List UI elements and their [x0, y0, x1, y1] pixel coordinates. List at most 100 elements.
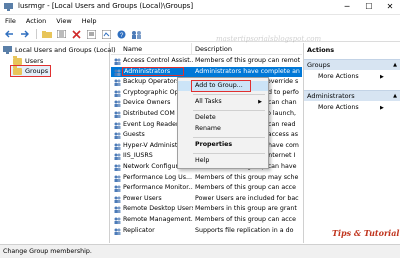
tree-root-label: Local Users and Groups (Local)	[15, 46, 116, 54]
group-icon	[114, 111, 121, 118]
tree-item-groups-label: Groups	[25, 67, 49, 75]
list-view-icon[interactable]	[55, 28, 68, 40]
actions-section-groups-label: Groups	[307, 61, 331, 69]
group-icon	[114, 69, 121, 76]
list-item[interactable]: Remote Management... Members of this grou…	[111, 215, 302, 226]
close-button[interactable]: ✕	[379, 0, 400, 14]
list-item[interactable]: Access Control Assist... Members of this …	[111, 56, 302, 67]
actions-section-administrators[interactable]: Administrators ▲	[304, 90, 400, 101]
menu-view[interactable]: View	[51, 15, 76, 27]
menu-separator	[193, 153, 265, 154]
group-icon	[114, 79, 121, 87]
computer-icon	[3, 46, 12, 54]
list-item-description: Members in this group are grant	[195, 205, 297, 213]
list-item-name: Remote Desktop Users	[123, 205, 193, 213]
back-icon[interactable]	[3, 28, 16, 40]
submenu-arrow-icon: ▶	[380, 74, 384, 80]
group-icon	[114, 90, 121, 97]
list-item[interactable]: Performance Log Us... Members of this gro…	[111, 173, 302, 184]
list-item[interactable]: Administrators Administrators have comple…	[111, 66, 302, 78]
tree-item-groups[interactable]: Groups	[9, 65, 52, 77]
menu-file[interactable]: File	[0, 15, 21, 27]
tree-root[interactable]: Local Users and Groups (Local)	[3, 45, 116, 55]
list-item-name: Performance Log Us...	[123, 173, 193, 181]
refresh-icon[interactable]	[100, 28, 113, 40]
highlight-box	[191, 80, 251, 92]
collapse-icon[interactable]: ▲	[393, 60, 397, 71]
list-item-description: Administrators have complete an	[195, 67, 300, 75]
list-item[interactable]: Performance Monitor... Members of this gr…	[111, 183, 302, 194]
brand-watermark: Tips & Tutorial	[332, 228, 400, 238]
group-icon	[114, 228, 121, 235]
group-icon	[114, 206, 121, 214]
group-icon	[114, 175, 121, 182]
context-menu: Add to Group... All Tasks ▶ Delete Renam…	[177, 77, 269, 169]
computer-management-icon	[4, 3, 13, 11]
tree-pane: Local Users and Groups (Local) Users Gro…	[0, 43, 116, 243]
help-icon[interactable]: ?	[115, 28, 128, 40]
list-item-description: Members of this group can acce	[195, 184, 297, 192]
folder-icon	[13, 55, 22, 65]
menu-item-help[interactable]: Help	[178, 156, 268, 166]
group-icon	[114, 153, 121, 161]
tree-item-users[interactable]: Users	[13, 55, 44, 66]
submenu-arrow-icon: ▶	[258, 99, 262, 105]
menu-item-all-tasks-label: All Tasks	[195, 98, 222, 105]
group-icon	[114, 196, 121, 203]
list-item-name: Power Users	[123, 194, 162, 202]
list-item-description: Members of this group can acce	[195, 216, 297, 223]
column-header-description[interactable]: Description	[195, 45, 232, 53]
title-bar: lusrmgr - [Local Users and Groups (Local…	[0, 0, 400, 15]
menu-separator	[193, 110, 265, 111]
folder-icon[interactable]	[40, 28, 53, 40]
list-item-description: Supports file replication in a do	[195, 226, 294, 234]
menu-separator	[193, 137, 265, 138]
list-item-name: Access Control Assist...	[123, 57, 193, 64]
folder-icon	[13, 65, 22, 75]
list-item-description: Members of this group may sche	[195, 173, 299, 181]
list-item-description: Power Users are included for bac	[195, 194, 299, 202]
menu-item-delete[interactable]: Delete	[178, 113, 268, 123]
collapse-icon[interactable]: ▲	[393, 91, 397, 102]
group-icon	[114, 122, 121, 129]
list-item-name: Remote Management...	[123, 216, 193, 223]
menu-item-rename[interactable]: Rename	[178, 124, 268, 134]
more-actions-groups[interactable]: More Actions ▶	[318, 72, 384, 82]
group-icon	[114, 217, 121, 224]
group-icon	[114, 185, 121, 193]
menu-action[interactable]: Action	[21, 15, 51, 27]
group-icon	[114, 58, 121, 65]
actions-section-groups[interactable]: Groups ▲	[304, 59, 400, 70]
toolbar: ?	[0, 27, 400, 42]
tree-item-users-label: Users	[25, 57, 44, 65]
more-actions-administrators[interactable]: More Actions ▶	[318, 103, 384, 113]
menu-bar: File Action View Help	[0, 15, 400, 27]
group-icon	[114, 100, 121, 108]
more-actions-administrators-label: More Actions	[318, 104, 359, 111]
list-item[interactable]: Replicator Supports file replication in a…	[111, 226, 302, 237]
window-title: lusrmgr - [Local Users and Groups (Local…	[18, 2, 194, 10]
menu-item-all-tasks[interactable]: All Tasks ▶	[178, 97, 268, 107]
toolbar-divider	[36, 29, 37, 39]
group-icon[interactable]	[130, 28, 143, 40]
menu-item-add-to-group[interactable]: Add to Group...	[178, 80, 268, 92]
actions-pane: Actions Groups ▲ More Actions ▶ Administ…	[303, 43, 400, 243]
menu-item-properties[interactable]: Properties	[178, 140, 268, 150]
maximize-button[interactable]: ☐	[358, 0, 380, 14]
delete-icon[interactable]	[70, 28, 83, 40]
list-item[interactable]: Power Users Power Users are included for …	[111, 194, 302, 205]
column-divider[interactable]	[191, 43, 192, 55]
menu-help[interactable]: Help	[77, 15, 102, 27]
list-item-name: Administrators	[122, 66, 184, 76]
column-header-name[interactable]: Name	[123, 45, 142, 53]
minimize-button[interactable]: ─	[336, 0, 358, 14]
menu-separator	[193, 94, 265, 95]
watermark: mastertipsorialsblogspot.com	[216, 35, 322, 43]
list-item-description: Members of this group can remot	[195, 57, 301, 64]
group-icon	[114, 164, 121, 171]
list-item[interactable]: Remote Desktop Users Members in this grou…	[111, 204, 302, 215]
list-item-name: Performance Monitor...	[123, 184, 193, 192]
properties-icon[interactable]	[85, 28, 98, 40]
more-actions-groups-label: More Actions	[318, 73, 359, 80]
forward-icon[interactable]	[18, 28, 31, 40]
